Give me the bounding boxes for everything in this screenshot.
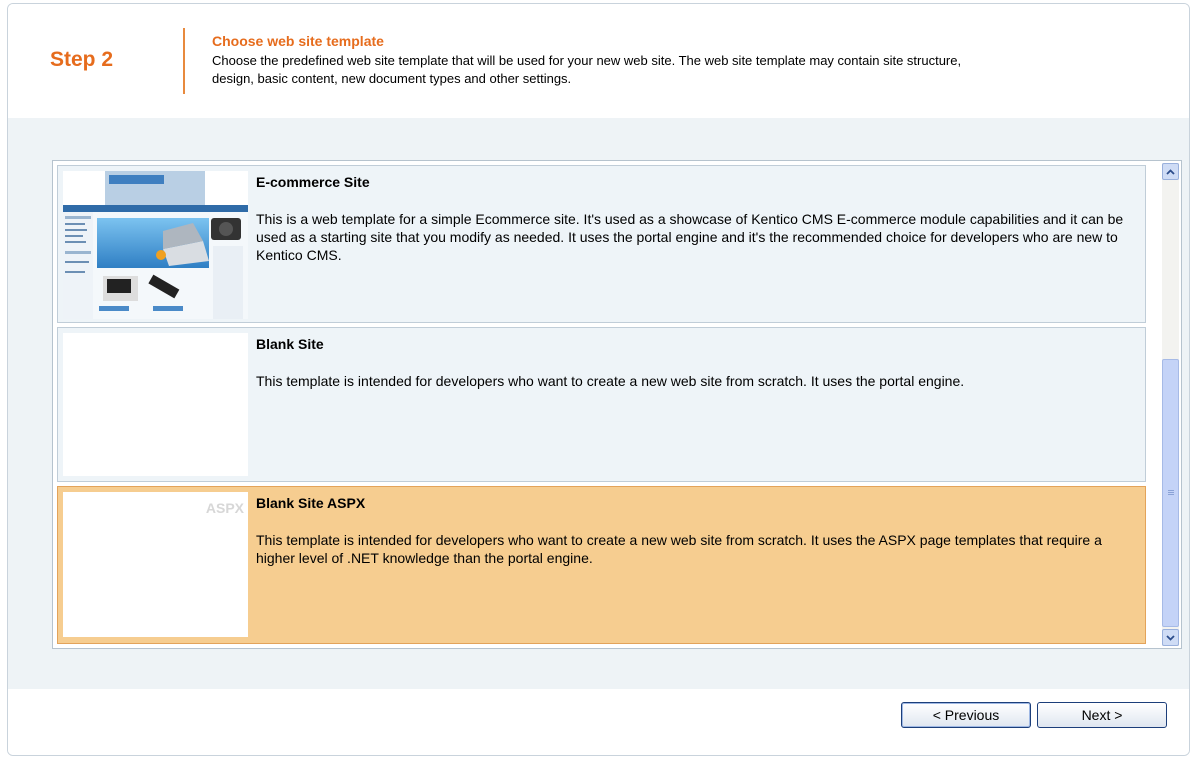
step-title: Choose web site template xyxy=(212,33,384,49)
scroll-down-button[interactable] xyxy=(1162,629,1179,646)
template-title: Blank Site ASPX xyxy=(256,495,366,511)
previous-button[interactable]: < Previous xyxy=(901,702,1031,728)
aspx-thumbnail: ASPX xyxy=(63,492,248,637)
next-button[interactable]: Next > xyxy=(1037,702,1167,728)
template-list: E-commerce Site This is a web template f… xyxy=(52,160,1182,649)
wizard-header: Step 2 Choose web site template Choose t… xyxy=(8,4,1189,118)
blank-site-thumbnail xyxy=(63,333,248,476)
step-divider xyxy=(183,28,185,94)
step-label: Step 2 xyxy=(50,48,114,71)
template-description: This template is intended for developers… xyxy=(256,373,965,389)
ecommerce-thumbnail xyxy=(63,171,248,319)
ecommerce-preview-image xyxy=(63,171,248,319)
template-title: Blank Site xyxy=(256,336,324,352)
template-title: E-commerce Site xyxy=(256,174,370,190)
scroll-thumb[interactable] xyxy=(1162,359,1179,627)
chevron-up-icon xyxy=(1166,168,1175,175)
wizard-footer: < Previous Next > xyxy=(8,689,1189,755)
wizard-content: E-commerce Site This is a web template f… xyxy=(8,118,1189,689)
step-description: Choose the predefined web site template … xyxy=(212,53,962,86)
template-item-blank-site[interactable]: Blank Site This template is intended for… xyxy=(57,327,1146,482)
list-scrollbar[interactable] xyxy=(1162,163,1179,646)
chevron-down-icon xyxy=(1166,634,1175,641)
template-item-blank-site-aspx[interactable]: ASPX Blank Site ASPX This template is in… xyxy=(57,486,1146,644)
template-item-ecommerce[interactable]: E-commerce Site This is a web template f… xyxy=(57,165,1146,323)
scroll-up-button[interactable] xyxy=(1162,163,1179,180)
template-description: This is a web template for a simple Ecom… xyxy=(256,211,1124,263)
aspx-thumbnail-label: ASPX xyxy=(205,500,244,516)
template-description: This template is intended for developers… xyxy=(256,532,1102,566)
wizard-panel: Step 2 Choose web site template Choose t… xyxy=(7,3,1190,756)
